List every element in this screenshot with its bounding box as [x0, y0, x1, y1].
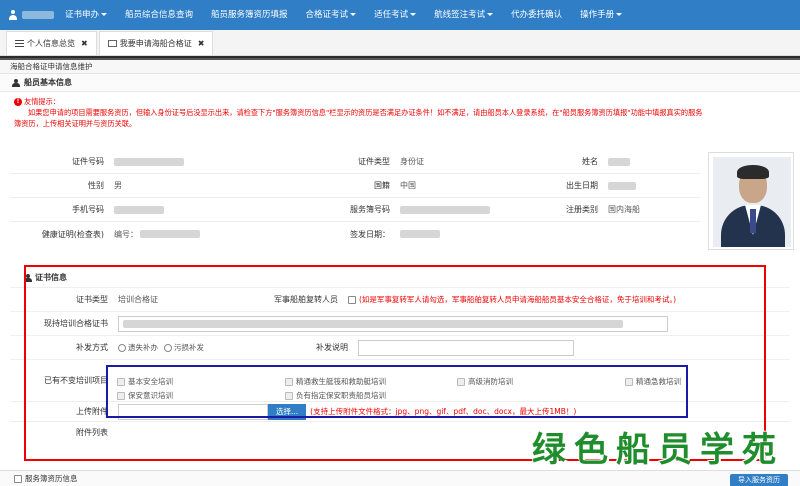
- menu-service-record-fill[interactable]: 船员服务簿资历填报: [202, 0, 297, 30]
- menu-crew-info-query[interactable]: 船员综合信息查询: [116, 0, 202, 30]
- menu-manual[interactable]: 操作手册: [571, 0, 631, 30]
- name-redacted: [608, 157, 630, 166]
- section-header-basic: 船员基本信息: [0, 74, 800, 92]
- notice-text-line2: 簿资历，上传相关证明并与资历关联。: [14, 119, 137, 128]
- menu-proxy-confirm[interactable]: 代办委托确认: [502, 0, 571, 30]
- menu-competency-exam[interactable]: 适任考试: [365, 0, 425, 30]
- label-health-cert: 健康证明(检查表): [41, 229, 104, 239]
- label-nationality: 国籍: [374, 181, 390, 190]
- basic-info-grid: 证件号码 证件类型 身份证 姓名 性别 男 国籍 中国 出生日期 手机号码 服务…: [10, 150, 700, 246]
- cert-no-redacted: [114, 157, 184, 166]
- health-no-redacted: [140, 230, 200, 238]
- chevron-down-icon: [101, 13, 108, 16]
- user-menu[interactable]: [0, 10, 56, 20]
- person-icon: [12, 78, 20, 87]
- chevron-down-icon: [350, 13, 357, 16]
- chevron-down-icon: [487, 13, 494, 16]
- label-cert-type: 证件类型: [358, 157, 390, 166]
- label-phone: 手机号码: [72, 205, 104, 214]
- label-service-book-no: 服务簿号码: [350, 205, 390, 214]
- cert-type-value: 身份证: [400, 157, 424, 166]
- close-icon[interactable]: ✖: [81, 39, 88, 48]
- close-icon[interactable]: ✖: [198, 39, 205, 48]
- chevron-down-icon: [616, 13, 623, 16]
- notice-text-line1: 如果您申请的项目需要服务资历，但输入身份证号后没显示出来，请检查下方"服务簿资历…: [28, 108, 703, 117]
- watermark-logo: 绿色船员学苑: [532, 430, 784, 470]
- nationality-value: 中国: [400, 181, 416, 190]
- tab-personal-overview[interactable]: 个人信息总览 ✖: [6, 31, 97, 55]
- tab-apply-cert[interactable]: 我要申请海船合格证 ✖: [98, 31, 214, 55]
- label-name: 姓名: [582, 157, 598, 166]
- label-reg-type: 注册类别: [566, 205, 598, 214]
- chevron-down-icon: [410, 13, 417, 16]
- gender-value: 男: [114, 181, 122, 190]
- username-redacted: [22, 11, 54, 19]
- phone-redacted: [114, 205, 164, 214]
- birthdate-redacted: [608, 181, 636, 190]
- health-no-prefix: 编号：: [114, 229, 138, 239]
- label-cert-no: 证件号码: [72, 157, 104, 166]
- main-menu: 证书申办 船员综合信息查询 船员服务簿资历填报 合格证考试 适任考试 航线签注考…: [56, 0, 631, 30]
- notice: ! 友情提示： 如果您申请的项目需要服务资历，但输入身份证号后没显示出来，请检查下…: [0, 92, 800, 131]
- warning-icon: !: [14, 97, 22, 106]
- issue-date-redacted: [400, 230, 440, 238]
- card-icon: [107, 40, 117, 47]
- breadcrumb: 海船合格证申请信息维护: [0, 60, 800, 74]
- service-record-toggle[interactable]: [14, 474, 22, 483]
- service-book-no-redacted: [400, 205, 490, 214]
- label-birthdate: 出生日期: [566, 181, 598, 190]
- label-issue-date: 签发日期：: [350, 229, 390, 239]
- menu-cert-exam[interactable]: 合格证考试: [297, 0, 366, 30]
- service-record-section: 服务簿资历信息 导入服务资历: [0, 470, 800, 486]
- menu-cert-apply[interactable]: 证书申办: [56, 0, 116, 30]
- tab-bar: 个人信息总览 ✖ 我要申请海船合格证 ✖: [0, 30, 800, 56]
- crew-photo: [708, 152, 794, 250]
- list-icon: [15, 40, 24, 47]
- user-icon: [8, 10, 18, 20]
- import-service-record-button[interactable]: 导入服务资历: [730, 474, 788, 486]
- highlight-box-blue: [106, 365, 688, 418]
- reg-type-value: 国内海船: [608, 205, 640, 214]
- top-nav: 证书申办 船员综合信息查询 船员服务簿资历填报 合格证考试 适任考试 航线签注考…: [0, 0, 800, 30]
- menu-route-endorse-exam[interactable]: 航线签注考试: [425, 0, 502, 30]
- label-gender: 性别: [88, 181, 104, 190]
